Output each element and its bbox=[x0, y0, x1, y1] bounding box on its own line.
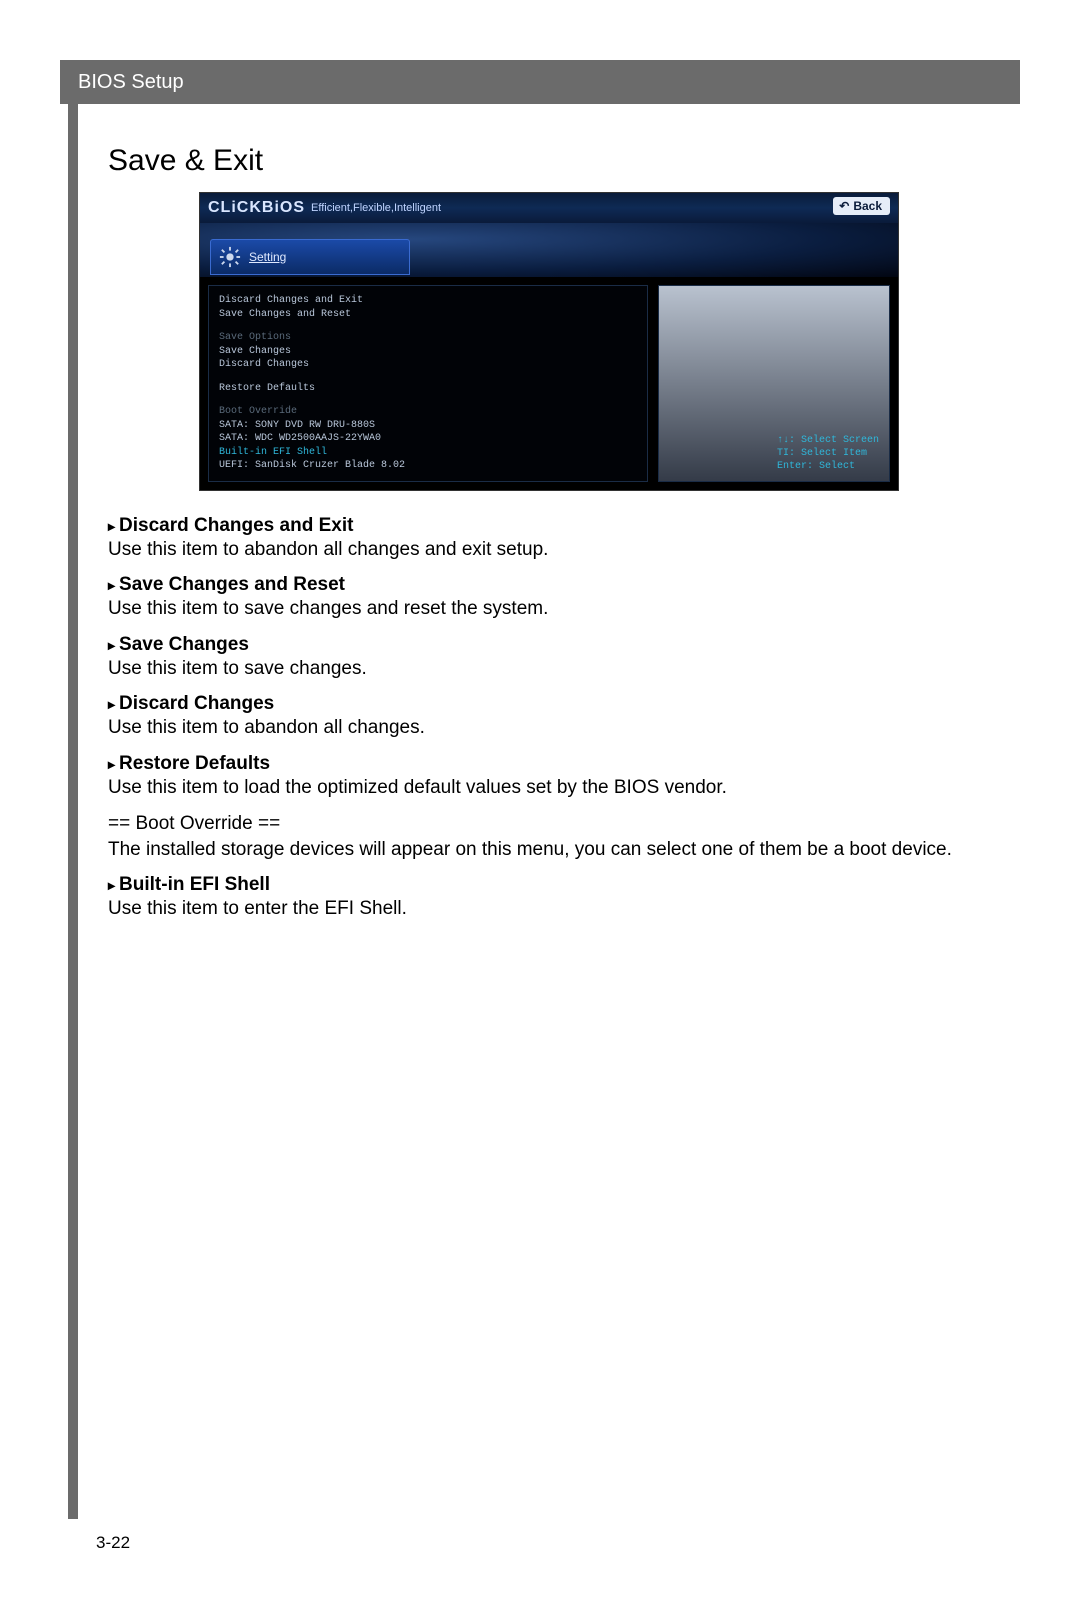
menu-group-label: Save Options bbox=[219, 331, 637, 345]
bios-sub-bar: Setting bbox=[200, 223, 898, 277]
bios-menu: Discard Changes and Exit Save Changes an… bbox=[208, 285, 648, 482]
bios-title-bar: CLiCKBiOS Efficient,Flexible,Intelligent… bbox=[200, 193, 898, 223]
menu-item[interactable]: Save Changes bbox=[219, 345, 637, 359]
bios-logo: CLiCKBiOS bbox=[208, 199, 311, 217]
menu-item[interactable]: SATA: WDC WD2500AAJS-22YWA0 bbox=[219, 432, 637, 446]
back-arrow-icon: ↶ bbox=[839, 199, 849, 213]
desc-text: Use this item to abandon all changes. bbox=[108, 715, 990, 741]
menu-item[interactable]: UEFI: SanDisk Cruzer Blade 8.02 bbox=[219, 459, 637, 473]
side-bar bbox=[68, 104, 78, 1519]
gear-icon bbox=[219, 246, 241, 268]
hint-line: ↑↓: Select Screen bbox=[777, 434, 879, 447]
desc-text: Use this item to enter the EFI Shell. bbox=[108, 896, 990, 922]
desc-text: Use this item to abandon all changes and… bbox=[108, 537, 990, 563]
header-title: BIOS Setup bbox=[78, 71, 184, 94]
menu-item[interactable]: SATA: SONY DVD RW DRU-880S bbox=[219, 419, 637, 433]
setting-tab-label: Setting bbox=[249, 250, 286, 264]
boot-override-text: The installed storage devices will appea… bbox=[108, 837, 990, 863]
desc-head: Save Changes and Reset bbox=[108, 574, 990, 596]
bios-help-panel: ↑↓: Select Screen TI: Select Item Enter:… bbox=[658, 285, 890, 482]
menu-item[interactable]: Save Changes and Reset bbox=[219, 308, 637, 322]
desc-head: Built-in EFI Shell bbox=[108, 874, 990, 896]
back-button[interactable]: ↶ Back bbox=[833, 197, 890, 215]
desc-text: Use this item to save changes and reset … bbox=[108, 596, 990, 622]
page-content: Save & Exit CLiCKBiOS Efficient,Flexible… bbox=[78, 104, 1020, 1519]
boot-override-head: == Boot Override == bbox=[108, 813, 990, 835]
descriptions: Discard Changes and Exit Use this item t… bbox=[108, 515, 990, 922]
back-label: Back bbox=[853, 199, 882, 213]
desc-text: Use this item to load the optimized defa… bbox=[108, 775, 990, 801]
menu-item[interactable]: Built-in EFI Shell bbox=[219, 446, 637, 460]
desc-head: Save Changes bbox=[108, 634, 990, 656]
bios-body: Discard Changes and Exit Save Changes an… bbox=[200, 277, 898, 490]
hint-line: TI: Select Item bbox=[777, 447, 879, 460]
setting-tab[interactable]: Setting bbox=[210, 239, 410, 275]
menu-item[interactable]: Discard Changes bbox=[219, 358, 637, 372]
desc-head: Restore Defaults bbox=[108, 753, 990, 775]
desc-head: Discard Changes bbox=[108, 693, 990, 715]
bios-tagline: Efficient,Flexible,Intelligent bbox=[311, 202, 441, 214]
bios-screenshot: CLiCKBiOS Efficient,Flexible,Intelligent… bbox=[199, 192, 899, 491]
menu-item[interactable]: Restore Defaults bbox=[219, 382, 637, 396]
bios-key-hints: ↑↓: Select Screen TI: Select Item Enter:… bbox=[777, 434, 879, 473]
desc-text: Use this item to save changes. bbox=[108, 656, 990, 682]
section-title: Save & Exit bbox=[108, 144, 990, 178]
desc-head: Discard Changes and Exit bbox=[108, 515, 990, 537]
menu-group-label: Boot Override bbox=[219, 405, 637, 419]
hint-line: Enter: Select bbox=[777, 460, 879, 473]
page-number: 3-22 bbox=[96, 1533, 130, 1553]
menu-item[interactable]: Discard Changes and Exit bbox=[219, 294, 637, 308]
header-band: BIOS Setup bbox=[60, 60, 1020, 104]
